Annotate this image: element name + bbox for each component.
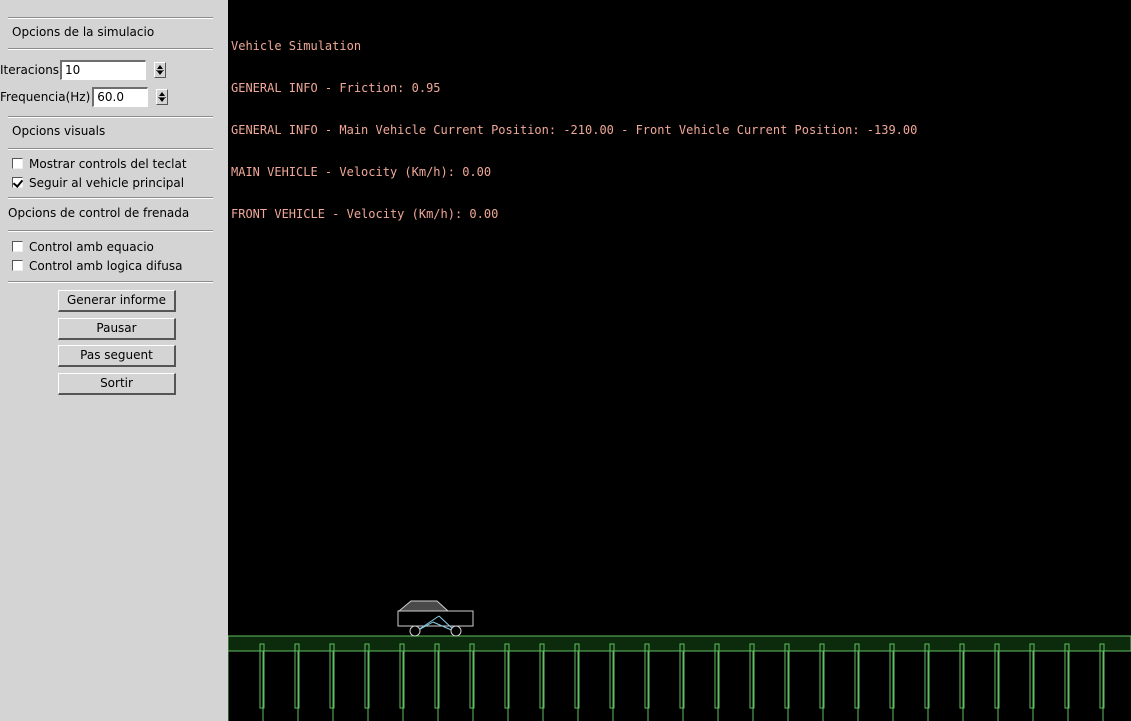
vehicle-rear-wheel bbox=[409, 625, 421, 637]
vehicle-front-wheel bbox=[450, 625, 462, 637]
next-step-button[interactable]: Pas seguent bbox=[58, 345, 176, 367]
frequency-spinner-icon[interactable] bbox=[156, 89, 169, 105]
control-fuzzy-option[interactable]: Control amb logica difusa bbox=[12, 258, 182, 273]
frequency-input[interactable]: 60.0 bbox=[92, 87, 149, 107]
separator bbox=[8, 48, 213, 50]
frequency-row: Frequencia(Hz) 60.0 bbox=[0, 86, 169, 108]
show-keyboard-controls-checkbox[interactable] bbox=[12, 158, 23, 169]
control-equation-option[interactable]: Control amb equacio bbox=[12, 239, 154, 254]
show-keyboard-controls-option[interactable]: Mostrar controls del teclat bbox=[12, 156, 187, 171]
frequency-label: Frequencia(Hz) bbox=[0, 90, 91, 104]
simulation-options-heading: Opcions de la simulacio bbox=[12, 25, 155, 39]
control-equation-label: Control amb equacio bbox=[29, 239, 154, 254]
exit-button[interactable]: Sortir bbox=[58, 373, 176, 395]
follow-main-vehicle-label: Seguir al vehicle principal bbox=[29, 175, 185, 190]
iterations-label: Iteracions bbox=[0, 63, 60, 77]
separator bbox=[8, 116, 213, 118]
control-equation-checkbox[interactable] bbox=[12, 241, 23, 252]
road bbox=[228, 635, 1131, 721]
follow-main-vehicle-checkbox[interactable] bbox=[12, 177, 23, 188]
show-keyboard-controls-label: Mostrar controls del teclat bbox=[29, 156, 187, 171]
follow-main-vehicle-option[interactable]: Seguir al vehicle principal bbox=[12, 175, 184, 190]
control-panel: Opcions de la simulacio Iteracions 10 Fr… bbox=[0, 0, 228, 721]
separator bbox=[8, 230, 213, 232]
brake-control-options-heading: Opcions de control de frenada bbox=[8, 206, 190, 220]
iterations-row: Iteracions 10 bbox=[0, 59, 167, 81]
pause-button[interactable]: Pausar bbox=[58, 318, 176, 340]
separator bbox=[8, 197, 213, 199]
control-fuzzy-logic-checkbox[interactable] bbox=[12, 260, 23, 271]
main-vehicle bbox=[397, 600, 474, 637]
generate-report-button[interactable]: Generar informe bbox=[58, 290, 176, 312]
simulation-scene bbox=[228, 600, 1131, 721]
vehicle-roof bbox=[397, 600, 450, 612]
simulation-viewport: Vehicle Simulation GENERAL INFO - Fricti… bbox=[228, 0, 1131, 721]
iterations-input[interactable]: 10 bbox=[60, 60, 147, 80]
separator bbox=[8, 281, 213, 283]
separator bbox=[8, 17, 213, 19]
iterations-spinner-icon[interactable] bbox=[154, 62, 167, 78]
control-fuzzy-logic-label: Control amb logica difusa bbox=[29, 258, 183, 273]
separator bbox=[8, 148, 213, 150]
visual-options-heading: Opcions visuals bbox=[12, 124, 106, 138]
